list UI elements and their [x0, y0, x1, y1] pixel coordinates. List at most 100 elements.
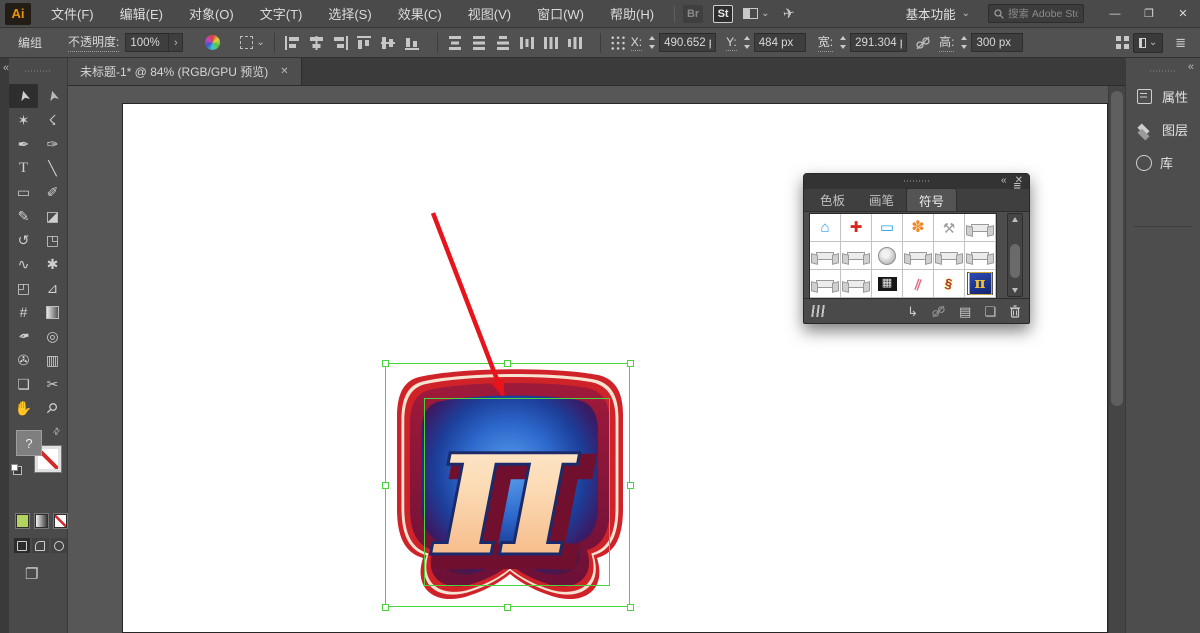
panel-menu-icon[interactable]: ≡: [1013, 178, 1021, 193]
tab-brushes[interactable]: 画笔: [857, 188, 906, 211]
artboards-grid-icon[interactable]: [1116, 36, 1121, 41]
collapse-icon[interactable]: «: [1001, 175, 1007, 186]
new-symbol-icon[interactable]: ❏: [984, 305, 996, 318]
draw-normal-button[interactable]: [14, 538, 30, 553]
align-horizontal-center-icon[interactable]: [308, 35, 325, 51]
scale-tool[interactable]: ◳: [38, 228, 67, 252]
menu-item[interactable]: 编辑(E): [108, 0, 175, 27]
selection-handle[interactable]: [382, 360, 389, 367]
menu-item[interactable]: 对象(O): [177, 0, 246, 27]
shaper-tool[interactable]: ✎: [9, 204, 38, 228]
selection-handle[interactable]: [627, 604, 634, 611]
distribute-right-icon[interactable]: [567, 35, 584, 51]
tab-symbols[interactable]: 符号: [906, 188, 957, 211]
scrollbar-thumb[interactable]: [1111, 91, 1123, 406]
symbol-first-aid[interactable]: ✚: [841, 214, 872, 242]
fill-swatch[interactable]: ?: [16, 430, 42, 456]
rectangle-tool[interactable]: ▭: [9, 180, 38, 204]
selection-handle[interactable]: [504, 360, 511, 367]
drag-grip[interactable]: [1150, 70, 1176, 72]
draw-behind-button[interactable]: [32, 538, 48, 553]
bridge-badge[interactable]: Br: [683, 5, 703, 23]
search-input[interactable]: [1008, 8, 1078, 20]
selection-handle[interactable]: [382, 604, 389, 611]
symbol-ribbon-4[interactable]: [903, 242, 934, 270]
default-fill-stroke-icon[interactable]: [11, 464, 18, 471]
scroll-up-icon[interactable]: [1012, 217, 1018, 222]
delete-symbol-icon[interactable]: [1009, 305, 1021, 318]
symbol-libraries-icon[interactable]: [811, 305, 827, 317]
selection-handle[interactable]: [382, 482, 389, 489]
x-stepper[interactable]: [648, 34, 657, 51]
symbol-sprayer-tool[interactable]: ✇: [9, 348, 38, 372]
direct-selection-tool[interactable]: ➤: [38, 84, 67, 108]
distribute-bottom-icon[interactable]: [495, 35, 512, 51]
tab-swatches[interactable]: 色板: [808, 188, 857, 211]
opacity-stepper[interactable]: ›: [169, 33, 183, 52]
height-stepper[interactable]: [960, 34, 969, 51]
distribute-vertical-center-icon[interactable]: [471, 35, 488, 51]
color-button[interactable]: [16, 514, 29, 528]
chevron-down-icon[interactable]: ⌄: [761, 9, 769, 19]
tools-panel-header[interactable]: «: [9, 58, 67, 84]
menu-item[interactable]: 文字(T): [248, 0, 315, 27]
symbol-options-icon[interactable]: ▤: [959, 305, 971, 318]
screen-mode-button[interactable]: ❐: [25, 565, 67, 583]
control-menu-icon[interactable]: ≣: [1175, 35, 1186, 51]
selection-handle[interactable]: [627, 360, 634, 367]
menu-item[interactable]: 帮助(H): [598, 0, 666, 27]
curvature-tool[interactable]: ✑: [38, 132, 67, 156]
symbol-pi[interactable]: π: [965, 270, 996, 298]
opacity-input[interactable]: [125, 33, 169, 52]
selection-handle[interactable]: [504, 604, 511, 611]
artboard-tool[interactable]: ❏: [9, 372, 38, 396]
symbol-ribbon-5[interactable]: [934, 242, 965, 270]
scrollbar-thumb[interactable]: [1010, 244, 1020, 278]
menu-item[interactable]: 视图(V): [456, 0, 523, 27]
puppet-warp-tool[interactable]: ✱: [38, 252, 67, 276]
selection-handle[interactable]: [627, 482, 634, 489]
y-input[interactable]: [754, 33, 806, 52]
dock-item-libraries[interactable]: 库: [1126, 146, 1200, 179]
align-left-icon[interactable]: [284, 35, 301, 51]
symbol-ribbon-8[interactable]: [841, 270, 872, 298]
line-segment-tool[interactable]: ╲: [38, 156, 67, 180]
symbol-badge[interactable]: [872, 242, 903, 270]
symbol-tools[interactable]: ⚒: [934, 214, 965, 242]
menu-item[interactable]: 文件(F): [39, 0, 106, 27]
align-bottom-icon[interactable]: [404, 35, 421, 51]
symbol-ribbon-7[interactable]: [810, 270, 841, 298]
stock-badge[interactable]: St: [713, 5, 733, 23]
recolor-artwork-icon[interactable]: [205, 35, 220, 50]
zoom-tool[interactable]: ⚲: [38, 396, 67, 420]
distribute-top-icon[interactable]: [447, 35, 464, 51]
lasso-tool[interactable]: ☇: [38, 108, 67, 132]
mesh-tool[interactable]: #: [9, 300, 38, 324]
eyedropper-tool[interactable]: ✒: [9, 324, 38, 348]
gradient-tool[interactable]: [38, 300, 67, 324]
menu-item[interactable]: 效果(C): [386, 0, 454, 27]
break-link-icon[interactable]: [931, 305, 946, 318]
dock-item-layers[interactable]: 图层: [1126, 113, 1200, 146]
dock-item-properties[interactable]: 属性: [1126, 80, 1200, 113]
vertical-scrollbar[interactable]: [1108, 86, 1125, 633]
width-input[interactable]: [850, 33, 907, 52]
scroll-down-icon[interactable]: [1012, 288, 1018, 293]
symbol-bank[interactable]: ⌂: [810, 214, 841, 242]
perspective-grid-tool[interactable]: ⊿: [38, 276, 67, 300]
none-button[interactable]: [54, 514, 67, 528]
width-stepper[interactable]: [839, 34, 848, 51]
swap-fill-stroke-icon[interactable]: ⇄: [50, 425, 63, 438]
column-graph-tool[interactable]: ▥: [38, 348, 67, 372]
arrange-documents-icon[interactable]: [743, 8, 758, 19]
symbol-schedule[interactable]: ▦: [872, 270, 903, 298]
menu-item[interactable]: 选择(S): [316, 0, 383, 27]
symbol-ribbon-2[interactable]: [810, 242, 841, 270]
symbol-frame[interactable]: ▭: [872, 214, 903, 242]
symbol-dna[interactable]: §: [934, 270, 965, 298]
drag-grip[interactable]: [25, 70, 51, 72]
x-input[interactable]: [659, 33, 716, 52]
constrain-proportions-icon[interactable]: [915, 36, 931, 50]
symbols-scrollbar[interactable]: [1007, 213, 1023, 297]
menu-item[interactable]: 窗口(W): [525, 0, 596, 27]
